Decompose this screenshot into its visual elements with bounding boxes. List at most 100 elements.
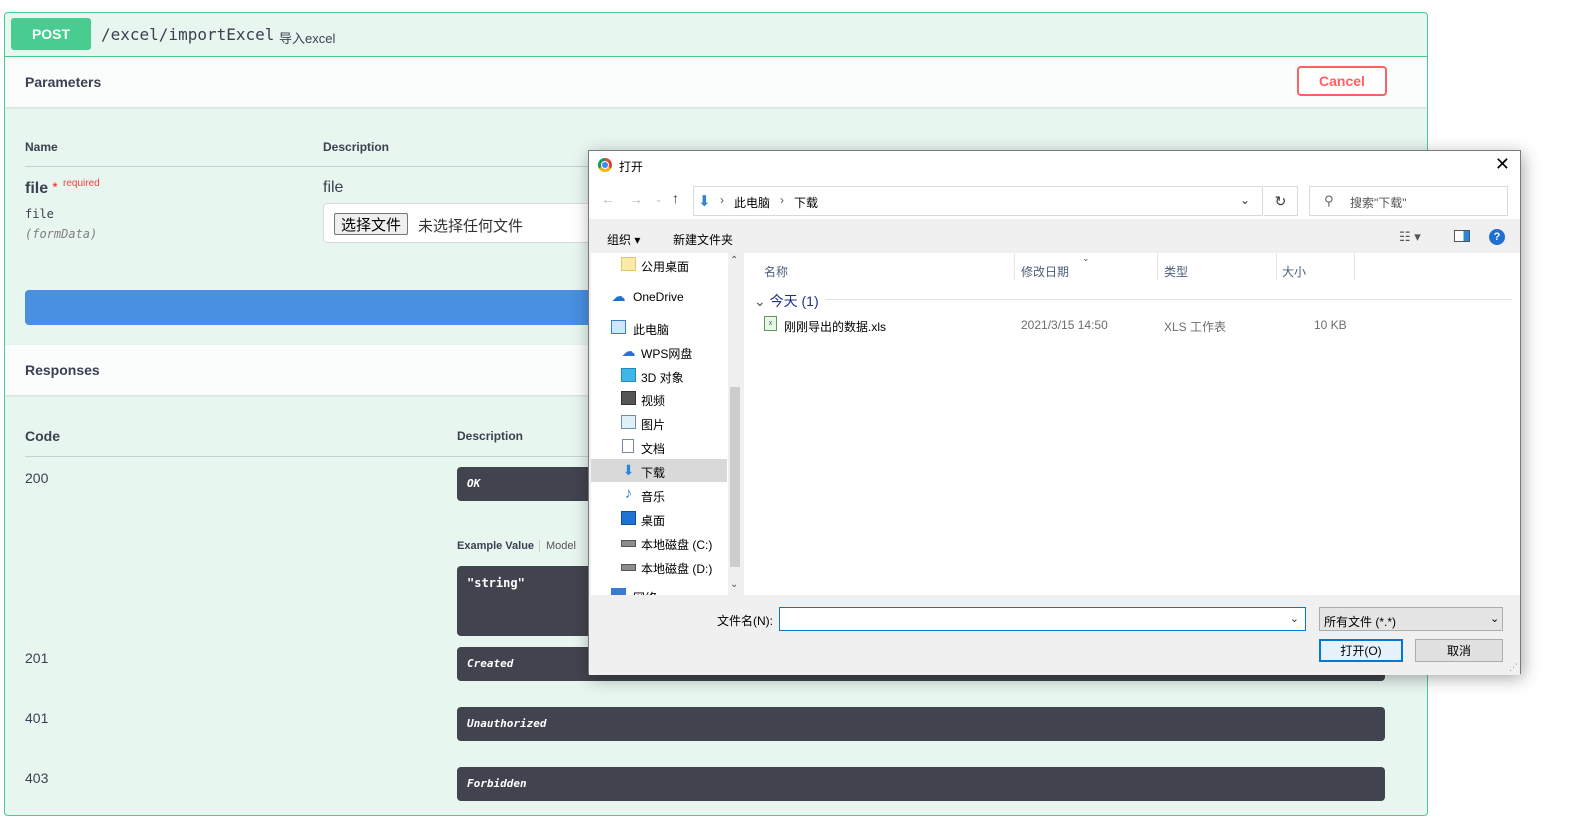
breadcrumb-downloads[interactable]: 下载	[794, 194, 818, 211]
operation-path: /excel/importExcel	[101, 25, 275, 44]
tree-item-label: 文档	[641, 442, 666, 456]
download-icon: ⬇	[622, 462, 635, 478]
video-icon	[621, 391, 636, 405]
scrollbar-thumb[interactable]	[730, 387, 740, 567]
file-date: 2021/3/15 14:50	[1021, 318, 1108, 332]
tree-item-label: 此电脑	[633, 323, 670, 337]
drive-icon	[621, 540, 636, 547]
up-arrow-icon[interactable]: ↑	[672, 190, 679, 206]
model-tab[interactable]: Model	[539, 540, 576, 552]
search-box[interactable]: ⚲ 搜索"下载"	[1309, 186, 1508, 216]
responses-title: Responses	[25, 362, 100, 378]
open-button[interactable]: 打开(O)	[1319, 639, 1403, 662]
response-description: Unauthorized	[457, 707, 1385, 741]
cancel-try-out-button[interactable]: Cancel	[1297, 66, 1387, 96]
cloud-icon: ☁	[621, 343, 636, 359]
file-input[interactable]: 选择文件 未选择任何文件	[323, 203, 623, 243]
tree-item-downloads[interactable]: ⬇ 下载	[591, 459, 727, 482]
sort-caret-icon: ⌄	[1082, 253, 1090, 263]
tree-item-label: 视频	[641, 394, 666, 408]
tree-item-videos[interactable]: 视频	[591, 387, 727, 410]
music-icon: ♪	[624, 485, 633, 502]
tree-item-label: 音乐	[641, 490, 666, 504]
tree-item-this-pc[interactable]: 此电脑	[591, 316, 727, 339]
tree-item-onedrive[interactable]: ☁ OneDrive	[591, 285, 727, 308]
organize-menu[interactable]: 组织 ▾	[607, 231, 640, 248]
dialog-titlebar[interactable]: 打开 ✕	[589, 151, 1520, 179]
response-code: 403	[25, 770, 49, 786]
filetype-value: 所有文件 (*.*)	[1324, 615, 1397, 629]
param-col-name: Name	[25, 140, 58, 154]
column-divider[interactable]	[1276, 253, 1277, 280]
param-location: (formData)	[25, 227, 98, 241]
column-date[interactable]: 修改日期	[1021, 263, 1069, 280]
response-code: 401	[25, 710, 49, 726]
picture-icon	[621, 415, 636, 429]
dialog-cancel-button[interactable]: 取消	[1415, 639, 1503, 662]
navigation-tree: 公用桌面 ☁ OneDrive 此电脑 ☁ WPS网盘 3D 对象 视频 图片 …	[591, 253, 741, 595]
response-code: 200	[25, 470, 49, 486]
close-icon[interactable]: ✕	[1495, 154, 1510, 175]
group-header-today[interactable]: ⌄ 今天 (1)	[754, 291, 819, 311]
file-size: 10 KB	[1314, 318, 1347, 332]
param-col-description: Description	[323, 140, 390, 154]
chevron-right-icon: ›	[780, 193, 784, 207]
filename-input[interactable]: ⌄	[779, 607, 1306, 631]
tree-item-label: 图片	[641, 418, 666, 432]
forward-arrow-icon[interactable]: →	[629, 191, 643, 207]
tree-item-wps-drive[interactable]: ☁ WPS网盘	[591, 340, 727, 363]
tree-item-label: 桌面	[641, 514, 666, 528]
tree-item-pictures[interactable]: 图片	[591, 411, 727, 434]
resize-grip-icon[interactable]: ⋰	[1509, 662, 1518, 673]
column-name[interactable]: 名称	[764, 263, 788, 280]
response-col-description: Description	[457, 429, 524, 443]
breadcrumb-this-pc[interactable]: 此电脑	[734, 194, 770, 211]
tree-item-label: WPS网盘	[641, 347, 693, 361]
open-file-dialog: 打开 ✕ ← → ⌄ ↑ ⬇ › 此电脑 › 下载 ⌄ ↻ ⚲ 搜索"下载" 组…	[588, 150, 1521, 675]
column-type[interactable]: 类型	[1164, 263, 1188, 280]
filetype-select[interactable]: 所有文件 (*.*) ⌄	[1319, 607, 1503, 631]
column-divider[interactable]	[1354, 253, 1355, 280]
column-divider[interactable]	[1014, 253, 1015, 280]
choose-file-button[interactable]: 选择文件	[334, 213, 409, 235]
tree-item-drive-c[interactable]: 本地磁盘 (C:)	[591, 531, 727, 554]
dialog-toolbar: 组织 ▾ 新建文件夹 ☷ ▾ ?	[589, 219, 1520, 253]
tree-item-drive-d[interactable]: 本地磁盘 (D:)	[591, 555, 727, 578]
operation-summary[interactable]: POST /excel/importExcel 导入excel	[5, 13, 1427, 57]
tree-item-3d-objects[interactable]: 3D 对象	[591, 364, 727, 387]
dialog-bottom-bar: 文件名(N): ⌄ 所有文件 (*.*) ⌄ 打开(O) 取消 ⋰	[589, 595, 1520, 675]
tree-item-label: OneDrive	[633, 290, 684, 304]
new-folder-button[interactable]: 新建文件夹	[673, 231, 733, 248]
network-icon	[611, 588, 626, 595]
chevron-down-icon[interactable]: ⌄	[1240, 193, 1250, 207]
chevron-down-icon[interactable]: ⌄	[1290, 612, 1299, 625]
help-icon[interactable]: ?	[1489, 229, 1505, 245]
column-divider[interactable]	[1157, 253, 1158, 280]
operation-summary-text: 导入excel	[279, 31, 336, 46]
document-icon	[622, 439, 634, 453]
example-value-tab[interactable]: Example Value	[457, 540, 534, 552]
tree-item-public-desktop[interactable]: 公用桌面	[591, 253, 727, 276]
tree-item-network[interactable]: 网络	[591, 584, 727, 595]
tree-item-desktop[interactable]: 桌面	[591, 507, 727, 530]
param-name: file *	[25, 180, 58, 197]
chevron-up-icon[interactable]: ⌃	[730, 255, 738, 266]
tree-scrollbar[interactable]: ⌃ ⌄	[728, 253, 741, 595]
tree-item-music[interactable]: ♪ 音乐	[591, 483, 727, 506]
tree-item-documents[interactable]: 文档	[591, 435, 727, 458]
view-options-icon[interactable]: ☷ ▾	[1399, 229, 1421, 245]
back-arrow-icon[interactable]: ←	[601, 191, 615, 207]
column-size[interactable]: 大小	[1282, 263, 1306, 280]
address-bar[interactable]: ⬇ › 此电脑 › 下载 ⌄	[693, 186, 1263, 216]
chevron-down-icon[interactable]: ⌄	[730, 579, 738, 590]
recent-chevron-icon[interactable]: ⌄	[655, 194, 663, 205]
file-type: XLS 工作表	[1164, 320, 1227, 334]
search-placeholder: 搜索"下载"	[1350, 196, 1407, 210]
refresh-icon[interactable]: ↻	[1264, 186, 1298, 216]
chevron-down-icon: ⌄	[754, 293, 766, 309]
chevron-right-icon: ›	[720, 193, 724, 207]
file-row[interactable]: x 刚刚导出的数据.xls 2021/3/15 14:50 XLS 工作表 10…	[744, 313, 1520, 335]
preview-pane-icon[interactable]	[1454, 230, 1470, 242]
dialog-navbar: ← → ⌄ ↑ ⬇ › 此电脑 › 下载 ⌄ ↻ ⚲ 搜索"下载"	[589, 179, 1520, 219]
computer-icon	[611, 320, 626, 334]
